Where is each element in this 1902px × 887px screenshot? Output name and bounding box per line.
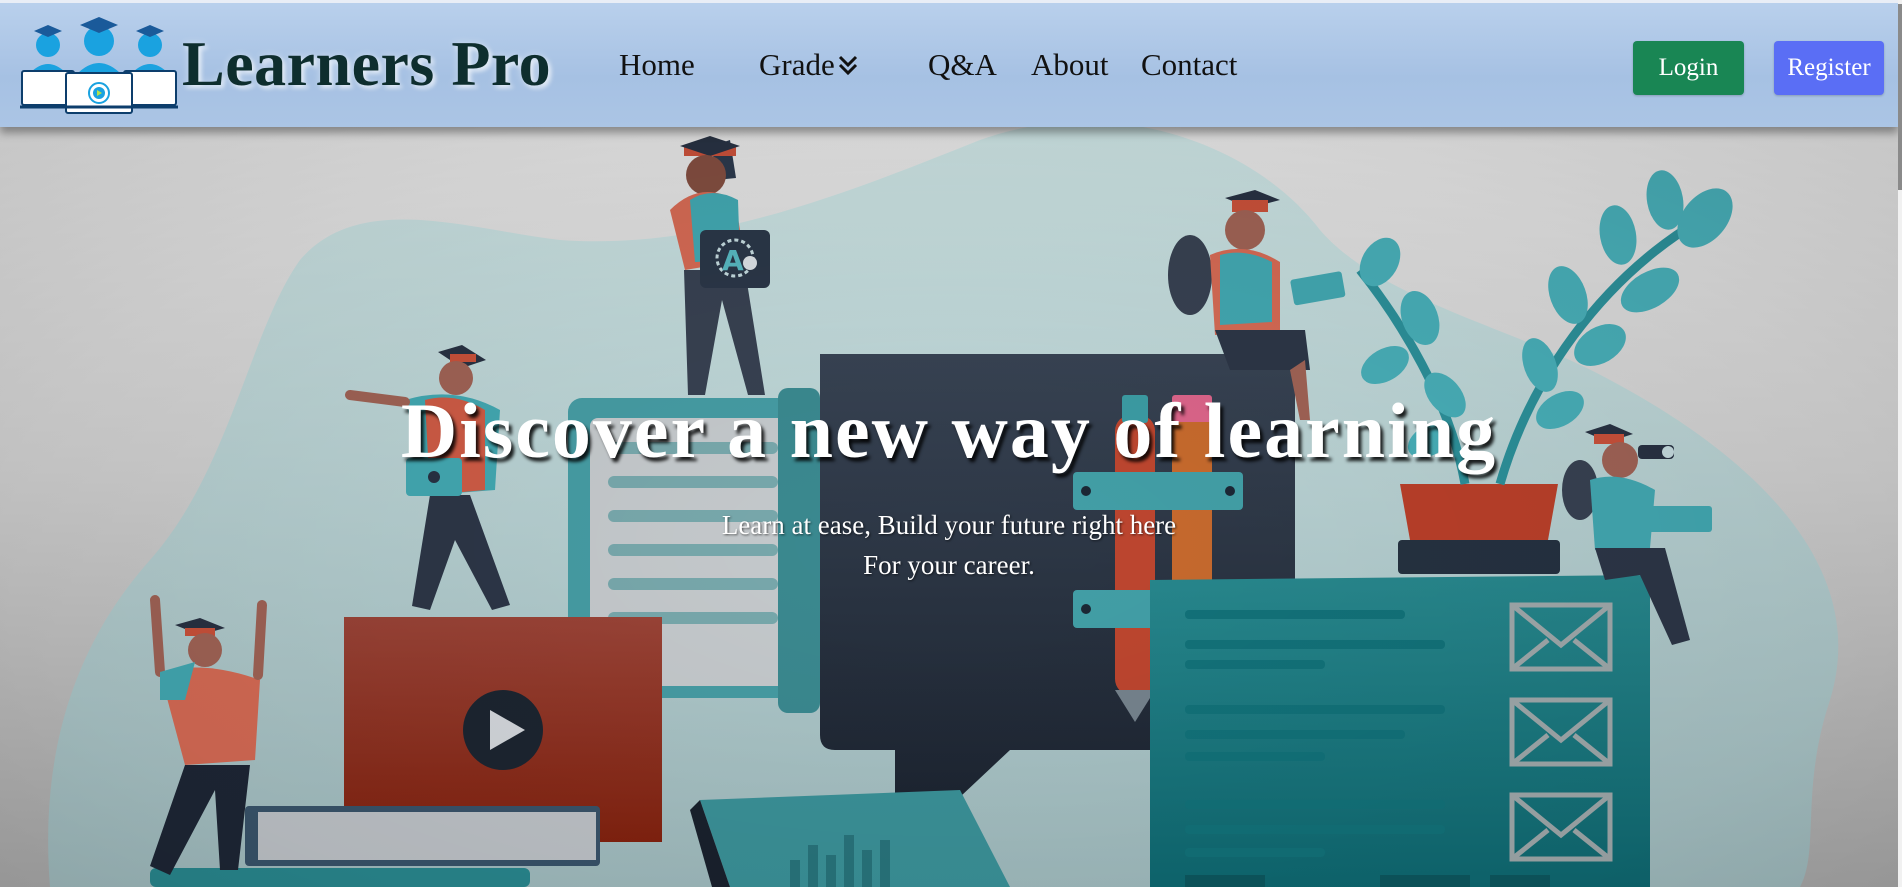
top-navbar: Learners Pro Home Grade Q&A About Contac… [0, 0, 1898, 127]
scrollbar-thumb[interactable] [1898, 4, 1902, 190]
svg-text:A: A [722, 244, 744, 277]
register-button[interactable]: Register [1774, 41, 1884, 95]
brand-name[interactable]: Learners Pro [182, 27, 551, 101]
students-graduation-cap-icon[interactable] [20, 15, 178, 115]
students-learning-illustration: A [48, 124, 1839, 887]
nav-qa[interactable]: Q&A [928, 47, 997, 83]
hero-section: A [0, 124, 1898, 887]
nav-grade-label: Grade [759, 47, 835, 82]
nav-about[interactable]: About [1031, 47, 1109, 83]
hero-title: Discover a new way of learning [400, 387, 1498, 474]
nav-grade-dropdown[interactable]: Grade [759, 47, 859, 83]
login-button[interactable]: Login [1633, 41, 1744, 95]
hero-subtitle-line1: Learn at ease, Build your future right h… [721, 510, 1177, 540]
nav-contact[interactable]: Contact [1141, 47, 1237, 83]
hero-subtitle-line2: For your career. [863, 550, 1035, 580]
double-chevron-down-icon [838, 55, 857, 76]
nav-home[interactable]: Home [619, 47, 695, 83]
